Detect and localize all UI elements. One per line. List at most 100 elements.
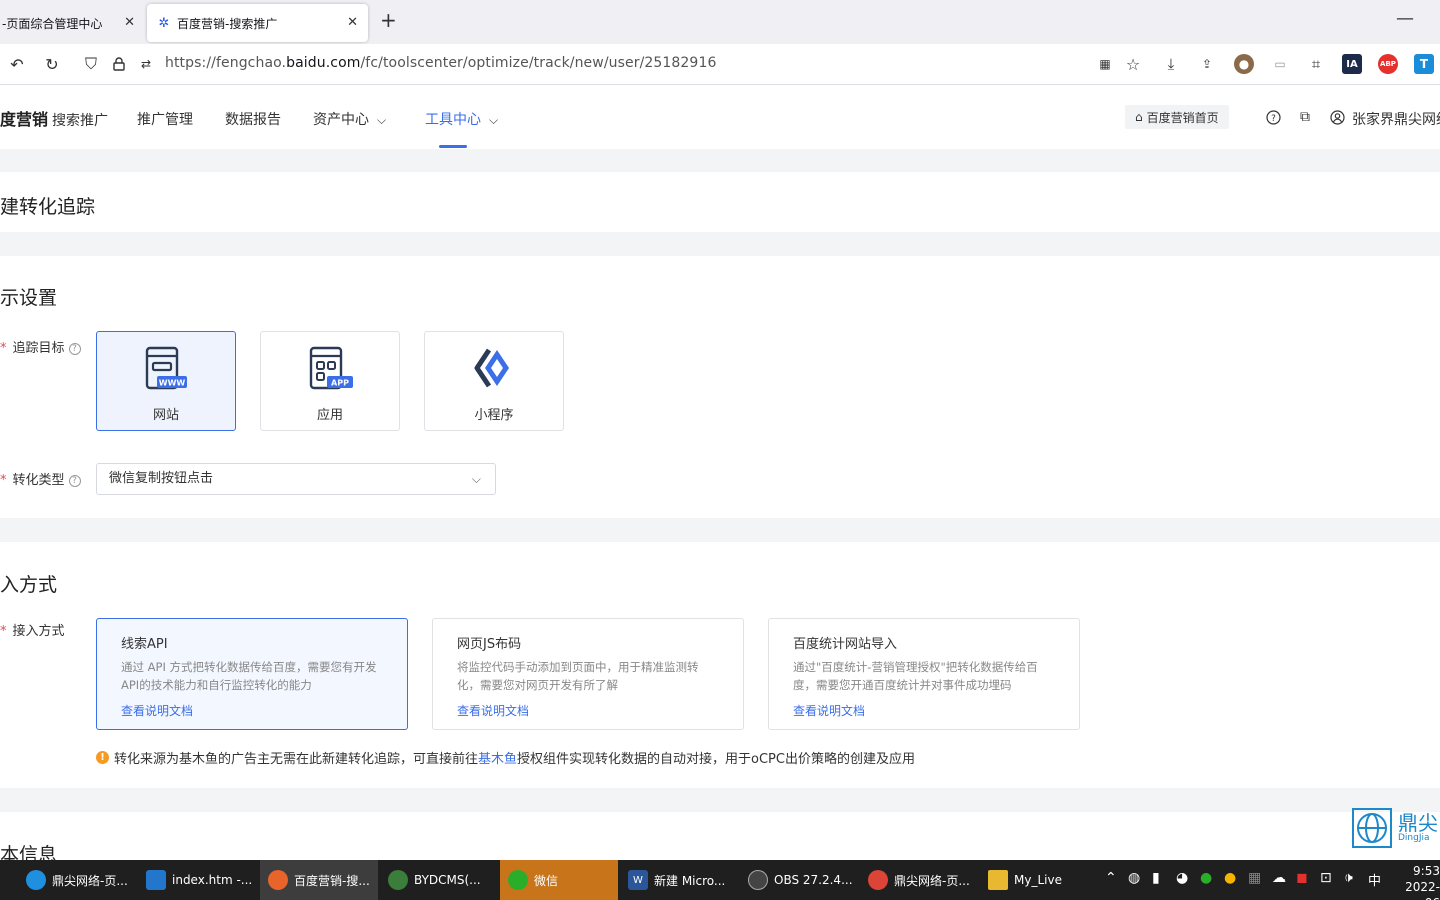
taskbar-clock[interactable]: 9:53 2022-06 (1394, 863, 1440, 900)
label-text: 追踪目标 (12, 341, 65, 356)
clock-date: 2022-06 (1405, 880, 1440, 900)
cloud-icon[interactable]: ☁ (1272, 870, 1286, 886)
website-icon: WWW (145, 346, 187, 390)
browser-tab-2[interactable]: ✲ 百度营销-搜索推广 ✕ (147, 4, 368, 42)
wechat-tray-icon[interactable]: ● (1200, 870, 1212, 886)
url-field[interactable]: https://fengchao.baidu.com/fc/toolscente… (165, 55, 716, 71)
baidu-marketing-home-button[interactable]: ⌂ 百度营销首页 (1125, 105, 1229, 129)
taskbar-label: 新建 Micro... (654, 873, 726, 888)
qr-code-icon[interactable]: ▦ (1095, 54, 1115, 74)
method-description: 通过 API 方式把转化数据传给百度，需要您有开发API的技术能力和自行监控转化… (121, 660, 377, 692)
taskbar-item-chrome[interactable]: 鼎尖网络-页... (860, 860, 978, 900)
conversion-type-select[interactable]: 微信复制按钮点击 ⌵ (96, 463, 496, 495)
tray-app-icon[interactable]: ◍ (1128, 870, 1140, 886)
url-prefix: https://fengchao. (165, 55, 287, 71)
tray-app-icon[interactable]: ▦ (1248, 870, 1261, 886)
target-option-website[interactable]: WWW 网站 (96, 331, 236, 431)
vscode-icon (146, 870, 166, 890)
taskbar-item-folder[interactable]: My_Live (980, 860, 1080, 900)
shield-icon[interactable]: ⛉ (80, 53, 102, 75)
warning-icon: ! (96, 751, 109, 764)
watermark-text: 鼎尖 (1398, 811, 1438, 835)
globe-logo-icon (1352, 808, 1392, 848)
help-icon[interactable]: ? (1265, 109, 1281, 125)
notice-text: 转化来源为基木鱼的广告主无需在此新建转化追踪，可直接前往 (114, 752, 479, 767)
word-icon: W (628, 870, 648, 890)
taskbar-item-firefox[interactable]: 百度营销-搜... (260, 860, 378, 900)
tray-app-icon[interactable]: ● (1224, 870, 1236, 886)
volume-icon[interactable]: 🕩 (1344, 870, 1353, 886)
browser-tab-1[interactable]: -页面综合管理中心 ✕ (0, 4, 145, 42)
menu-promotion-management[interactable]: 推广管理 (137, 109, 193, 129)
active-menu-indicator (439, 145, 467, 148)
doc-link[interactable]: 查看说明文档 (793, 702, 1055, 719)
taskbar-label: OBS 27.2.4... (774, 873, 853, 887)
menu-asset-center[interactable]: 资产中心 ⌵ (313, 109, 386, 129)
adblock-icon[interactable]: ABP (1378, 54, 1398, 74)
target-label: 应用 (316, 408, 343, 423)
bookmark-star-icon[interactable]: ☆ (1123, 54, 1143, 74)
user-icon[interactable] (1329, 109, 1345, 125)
method-option-baidu-stats[interactable]: 百度统计网站导入 通过"百度统计-营销管理授权"把转化数据传给百度，需要您开通百… (768, 618, 1080, 730)
close-icon[interactable]: ✕ (124, 15, 135, 30)
crop-icon[interactable]: ⌗ (1306, 54, 1326, 74)
edge-icon (26, 870, 46, 890)
tracking-target-label: * 追踪目标? (0, 337, 81, 356)
new-tab-button[interactable]: + (380, 8, 397, 32)
qq-icon[interactable]: ◕ (1176, 870, 1188, 886)
chevron-down-icon: ⌵ (471, 472, 481, 486)
windows-taskbar: 鼎尖网络-页... index.htm -... 百度营销-搜... BYDCM… (0, 860, 1440, 900)
jimuyu-link[interactable]: 基木鱼 (478, 748, 517, 767)
close-icon[interactable]: ✕ (347, 15, 358, 30)
translate-extension-icon[interactable]: T (1414, 54, 1434, 74)
switch-account-icon[interactable]: ⧉ (1297, 109, 1313, 125)
home-button-label: 百度营销首页 (1146, 110, 1219, 125)
brand-logo[interactable]: 度营销 搜索推广 (0, 106, 108, 130)
menu-data-report[interactable]: 数据报告 (225, 109, 281, 129)
taskbar-item-edge[interactable]: 鼎尖网络-页... (18, 860, 136, 900)
notice-message: ! 转化来源为基木鱼的广告主无需在此新建转化追踪，可直接前往 基木鱼 授权组件实现转… (96, 748, 915, 767)
method-title: 网页JS布码 (457, 637, 522, 652)
permissions-icon[interactable]: ⇄ (135, 53, 157, 75)
doc-link[interactable]: 查看说明文档 (457, 702, 719, 719)
microphone-icon[interactable]: ▮ (1152, 870, 1160, 886)
section-title-info: 本信息 (0, 844, 58, 860)
section-title-target: 示设置 (0, 287, 58, 309)
extensions-icon[interactable]: ⇪ (1197, 54, 1217, 74)
help-icon[interactable]: ? (68, 343, 81, 355)
method-option-js-code[interactable]: 网页JS布码 将监控代码手动添加到页面中，用于精准监测转化，需要您对网页开发有所… (432, 618, 744, 730)
target-option-app[interactable]: APP 应用 (260, 331, 400, 431)
target-option-mini-program[interactable]: 小程序 (424, 331, 564, 431)
back-icon[interactable]: ↶ (6, 53, 28, 75)
download-icon[interactable]: ⤓ (1161, 54, 1181, 74)
lock-icon[interactable] (108, 53, 130, 75)
method-title: 线索API (121, 637, 168, 652)
method-option-lead-api[interactable]: 线索API 通过 API 方式把转化数据传给百度，需要您有开发API的技术能力和… (96, 618, 408, 730)
url-path: /fc/toolscenter/optimize/track/new/user/… (360, 55, 717, 71)
ia-extension-icon[interactable]: IA (1342, 54, 1362, 74)
tray-expand-icon[interactable]: ⌃ (1105, 870, 1117, 886)
help-icon[interactable]: ? (68, 475, 81, 487)
browser-tab-strip: -页面综合管理中心 ✕ ✲ 百度营销-搜索推广 ✕ + — (0, 0, 1440, 44)
taskbar-label: 鼎尖网络-页... (894, 873, 970, 888)
menu-tools-center[interactable]: 工具中心 ⌵ (425, 109, 498, 129)
taskbar-item-bydcms[interactable]: BYDCMS(... (380, 860, 498, 900)
ime-indicator[interactable]: 中 (1368, 870, 1381, 889)
brand-product: 搜索推广 (52, 113, 109, 129)
taskbar-item-obs[interactable]: OBS 27.2.4... (740, 860, 858, 900)
tray-app-icon[interactable]: ◼ (1296, 870, 1308, 886)
minimize-button[interactable]: — (1396, 8, 1414, 29)
taskbar-item-word[interactable]: W 新建 Micro... (620, 860, 738, 900)
taskbar-item-vscode[interactable]: index.htm -... (138, 860, 256, 900)
profile-avatar-icon[interactable]: ● (1234, 54, 1254, 74)
taskbar-item-wechat[interactable]: 微信 (500, 860, 618, 900)
reader-icon[interactable]: ▭ (1270, 54, 1290, 74)
network-icon[interactable]: ⊡ (1320, 870, 1332, 886)
reload-icon[interactable]: ↻ (41, 53, 63, 75)
obs-icon (748, 870, 768, 890)
url-domain: baidu.com (286, 55, 361, 71)
user-name[interactable]: 张家界鼎尖网络 (1352, 109, 1440, 129)
doc-link[interactable]: 查看说明文档 (121, 702, 383, 719)
taskbar-label: BYDCMS(... (414, 873, 481, 887)
menu-label: 工具中心 (425, 112, 481, 128)
